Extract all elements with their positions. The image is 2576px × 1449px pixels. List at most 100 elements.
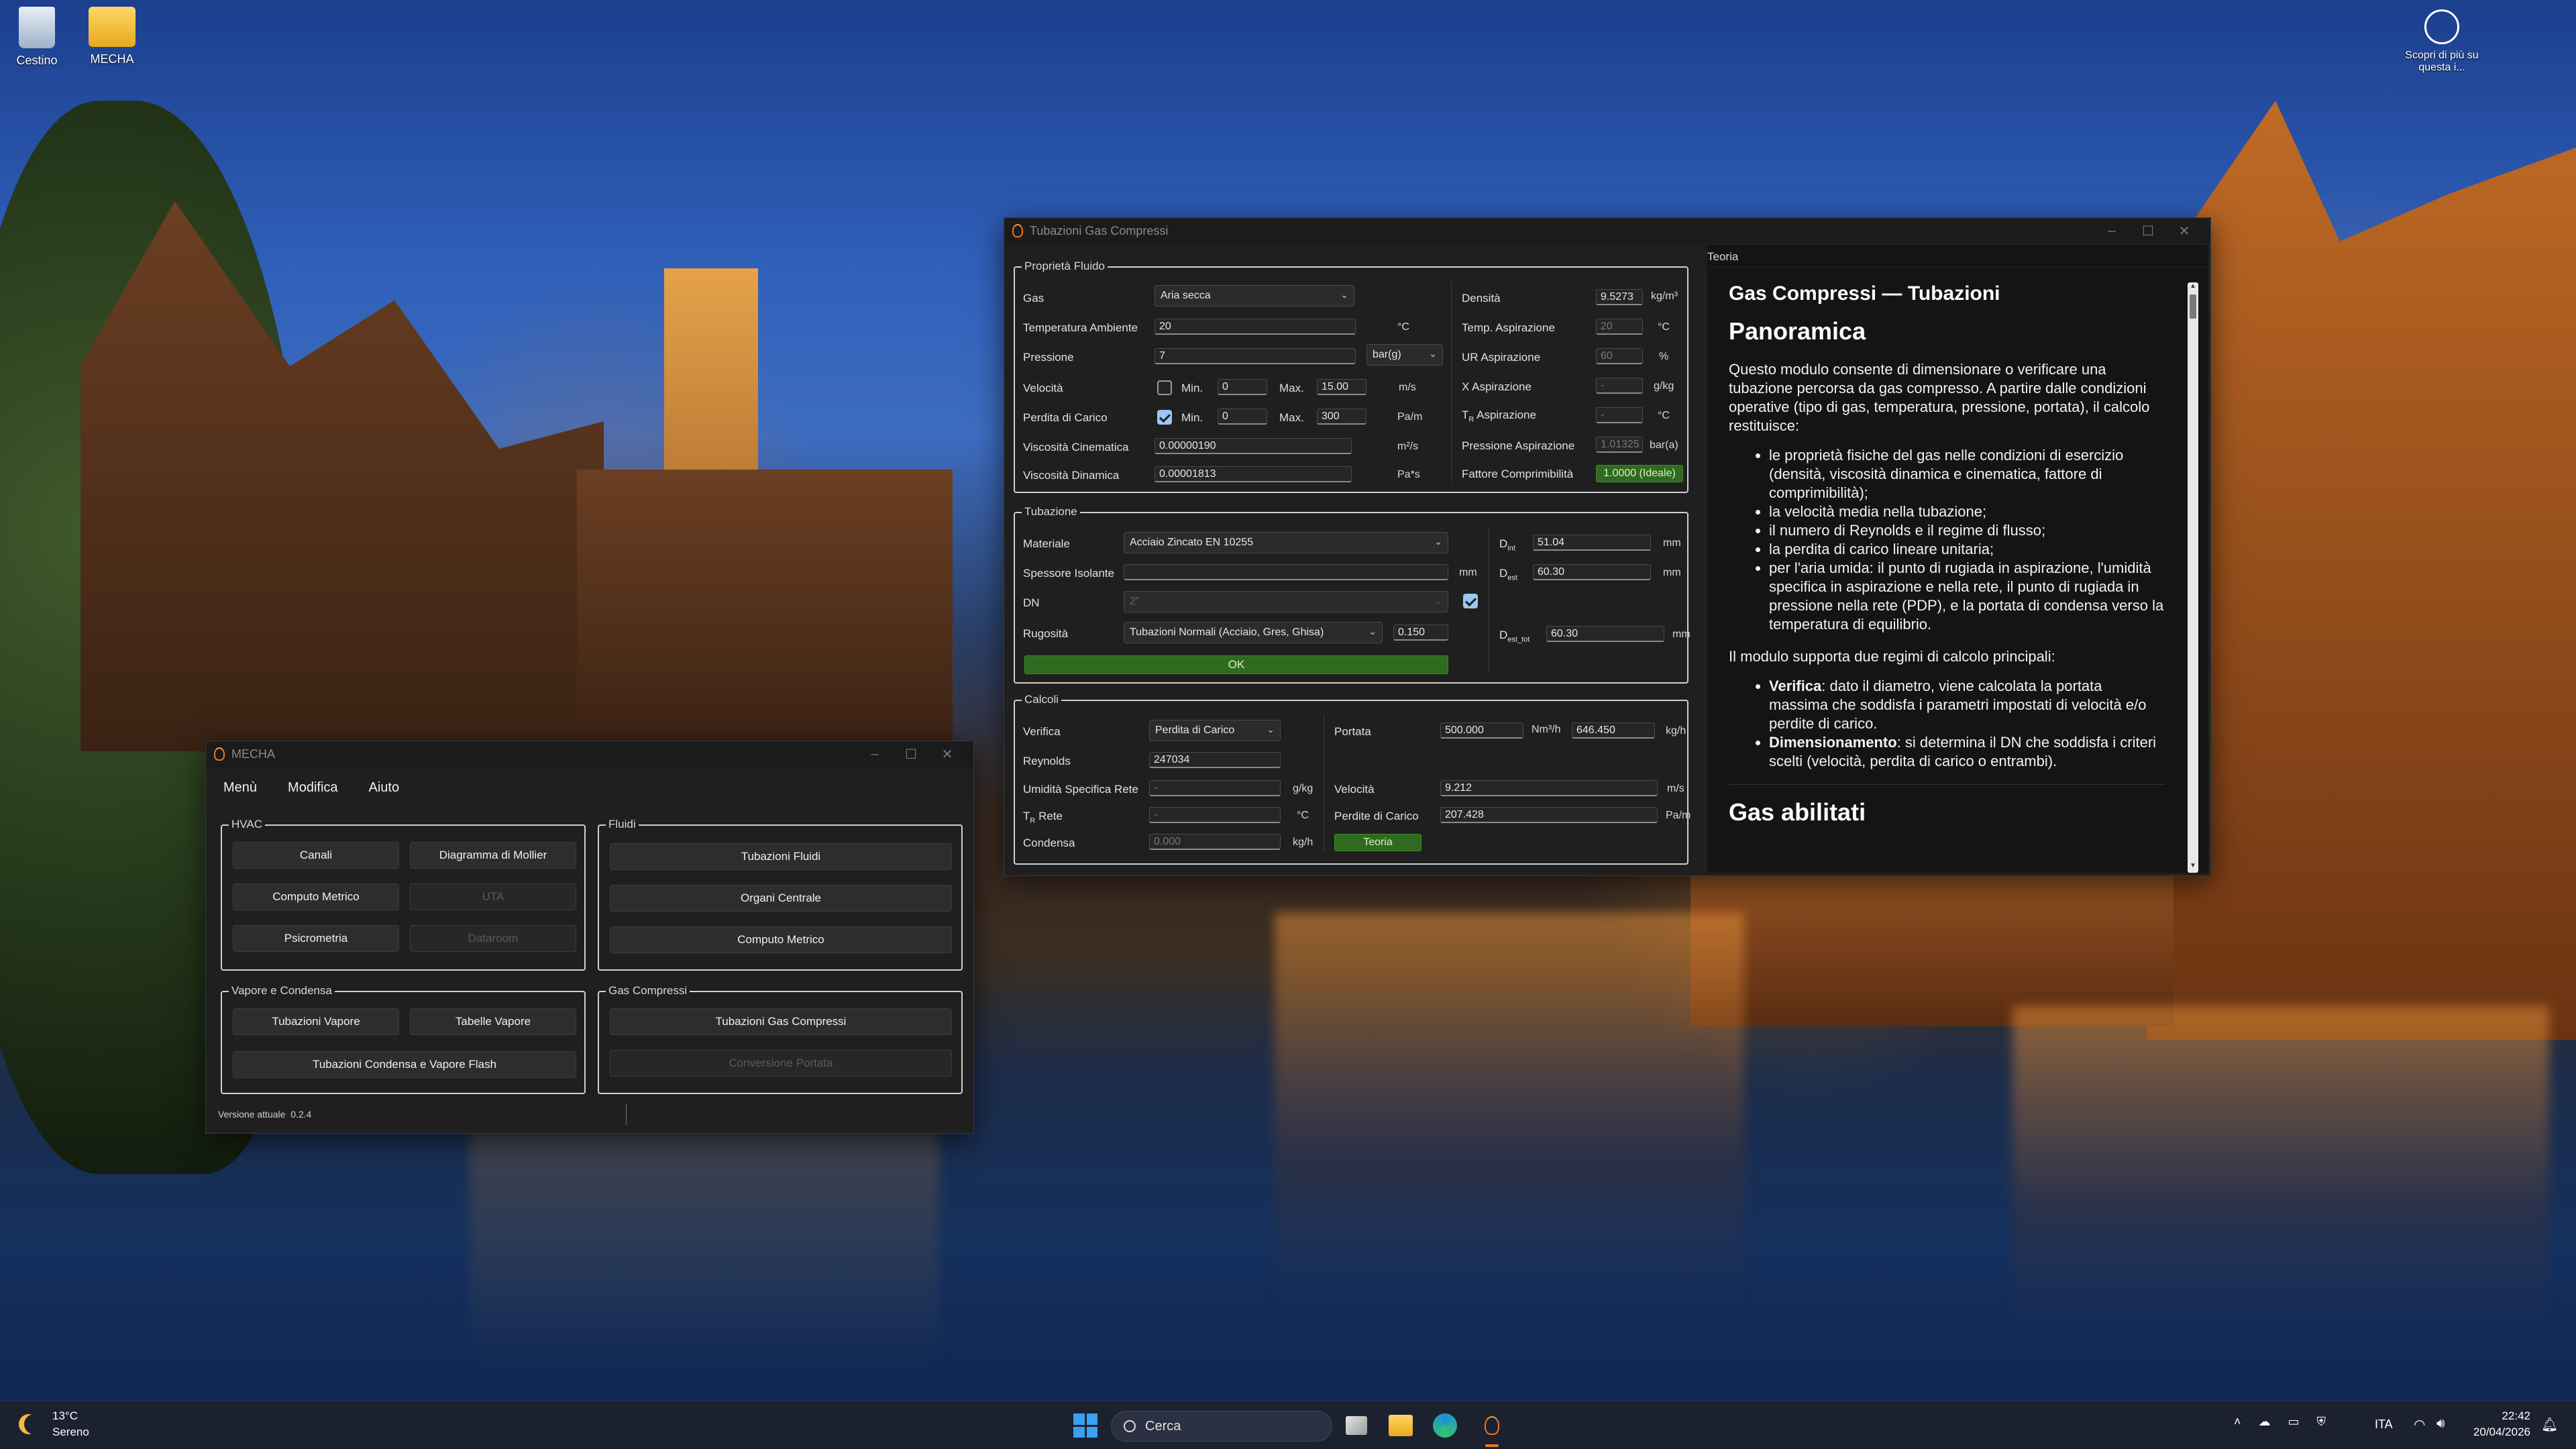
tasp-input[interactable]: 20 (1596, 319, 1643, 335)
volume-icon[interactable]: 🔊︎ (2436, 1416, 2445, 1432)
dens-unit: kg/m³ (1651, 290, 1678, 302)
vel-min-input[interactable]: 0 (1218, 379, 1267, 395)
rug-val-input[interactable]: 0.150 (1393, 625, 1448, 641)
condensa-flash-button[interactable]: Tubazioni Condensa e Vapore Flash (233, 1051, 576, 1078)
dp-max-input[interactable]: 300 (1317, 409, 1366, 425)
recycle-bin-label: Cestino (16, 54, 58, 67)
search-box[interactable]: Cerca (1111, 1411, 1332, 1442)
tasp-label: Temp. Aspirazione (1462, 321, 1555, 334)
weather-widget[interactable]: 13°C Sereno (17, 1408, 89, 1440)
trr-label: TR Rete (1023, 810, 1063, 824)
dp-checkbox[interactable] (1157, 410, 1172, 425)
theory-content: Gas Compressi — Tubazioni Panoramica Que… (1729, 282, 2165, 859)
scroll-down-icon[interactable]: ▼ (2188, 862, 2198, 873)
scroll-thumb[interactable] (2190, 294, 2196, 319)
port-nm-input[interactable]: 500.000 (1440, 722, 1523, 739)
dint-sub: int (1507, 544, 1515, 553)
conversione-portata-button: Conversione Portata (610, 1050, 952, 1077)
visc-din-input: 0.00001813 (1155, 466, 1352, 482)
ins-unit: mm (1459, 567, 1477, 578)
scroll-up-icon[interactable]: ▲ (2188, 282, 2198, 293)
recycle-bin-icon (19, 7, 55, 48)
gas-select[interactable]: Aria secca ⌄ (1155, 285, 1354, 307)
wifi-icon[interactable]: ◠ (2414, 1416, 2425, 1433)
tgc-close-button[interactable]: ✕ (2166, 223, 2202, 239)
urasp-input[interactable]: 60 (1596, 348, 1643, 364)
press-unit-select[interactable]: bar(g) ⌄ (1366, 344, 1443, 366)
mecha-folder[interactable]: MECHA (75, 7, 149, 66)
mat-select[interactable]: Acciaio Zincato EN 10255 ⌄ (1124, 532, 1448, 553)
tray: ˄ ☁ ▭ ⛨ (2234, 1415, 2326, 1429)
vel-checkbox[interactable] (1157, 380, 1172, 395)
list-item: la perdita di carico lineare unitaria; (1769, 540, 2165, 559)
tamb-input[interactable]: 20 (1155, 319, 1356, 335)
menu-menu[interactable]: Menù (223, 780, 257, 796)
dest-d: D (1499, 567, 1508, 580)
dn-select[interactable]: 2" ⌄ (1124, 591, 1448, 612)
port-kg-unit: kg/h (1666, 725, 1686, 737)
tubazioni-gas-button[interactable]: Tubazioni Gas Compressi (610, 1008, 952, 1035)
tubazioni-fluidi-button[interactable]: Tubazioni Fluidi (610, 843, 952, 870)
version-value: 0.2.4 (290, 1109, 312, 1120)
pasp-input[interactable]: 1.01325 (1596, 437, 1643, 453)
tabelle-vapore-button[interactable]: Tabelle Vapore (410, 1008, 576, 1035)
language-indicator[interactable]: ITA (2375, 1417, 2393, 1432)
chevron-down-icon: ⌄ (1434, 536, 1442, 547)
psicrometria-button[interactable]: Psicrometria (233, 925, 399, 952)
recycle-bin[interactable]: Cestino (0, 7, 74, 68)
tubazioni-vapore-button[interactable]: Tubazioni Vapore (233, 1008, 399, 1035)
edge-icon[interactable] (1433, 1413, 1457, 1438)
ver-select[interactable]: Perdita di Carico ⌄ (1149, 720, 1281, 741)
tgc-minimize-button[interactable]: – (2094, 223, 2130, 239)
tgc-maximize-button[interactable]: ☐ (2130, 223, 2166, 239)
menu-modifica[interactable]: Modifica (288, 780, 337, 796)
ins-input[interactable] (1124, 564, 1448, 580)
minimize-button[interactable]: – (857, 747, 893, 762)
mecha-titlebar[interactable]: MECHA – ☐ ✕ (206, 741, 973, 767)
computo-metrico-hvac-button[interactable]: Computo Metrico (233, 883, 399, 910)
menu-aiuto[interactable]: Aiuto (369, 780, 400, 796)
file-explorer-icon[interactable] (1389, 1415, 1413, 1436)
trr-rest: Rete (1035, 810, 1063, 822)
fluidi-group: Fluidi Tubazioni Fluidi Organi Centrale … (598, 818, 963, 971)
rug-select[interactable]: Tubazioni Normali (Acciaio, Gres, Ghisa)… (1124, 622, 1383, 643)
computo-metrico-fluidi-button[interactable]: Computo Metrico (610, 926, 952, 953)
task-view-icon[interactable] (1346, 1416, 1367, 1435)
maximize-button[interactable]: ☐ (893, 746, 929, 763)
cond-value: 0.000 (1149, 834, 1281, 850)
vel-unit: m/s (1399, 382, 1416, 393)
mecha-taskbar-icon[interactable] (1480, 1413, 1504, 1438)
dp-min-input[interactable]: 0 (1218, 409, 1267, 425)
list-item: Dimensionamento: si determina il DN che … (1769, 733, 2165, 771)
teoria-button[interactable]: Teoria (1334, 834, 1421, 851)
close-button[interactable]: ✕ (929, 746, 965, 763)
organi-centrale-button[interactable]: Organi Centrale (610, 885, 952, 912)
fluid-group-label: Proprietà Fluido (1022, 260, 1108, 273)
security-icon[interactable]: ⛨ (2317, 1415, 2326, 1429)
clock[interactable]: 22:42 20/04/2026 (2469, 1408, 2530, 1440)
trr-unit: °C (1297, 810, 1309, 821)
spotlight[interactable]: Scopri di più su questa i... (2402, 9, 2482, 74)
dn-checkbox[interactable] (1463, 594, 1478, 608)
port-kg-input[interactable]: 646.450 (1572, 722, 1655, 739)
vel-max-input[interactable]: 15.00 (1317, 379, 1366, 395)
tgc-titlebar[interactable]: Tubazioni Gas Compressi – ☐ ✕ (1004, 218, 2210, 244)
visc-din-unit: Pa*s (1397, 469, 1420, 480)
theory-scrollbar[interactable]: ▲ ▼ (2188, 282, 2198, 873)
theory-list1: le proprietà fisiche del gas nelle condi… (1769, 446, 2165, 634)
tr-asp-unit: °C (1658, 410, 1670, 421)
xasp-value: - (1596, 378, 1643, 394)
press-input[interactable]: 7 (1155, 348, 1356, 364)
chevron-up-icon[interactable]: ˄ (2234, 1415, 2241, 1429)
battery-icon[interactable]: ▭ (2288, 1415, 2300, 1429)
cloud-icon[interactable]: ☁ (2259, 1415, 2271, 1429)
press-unit-value: bar(g) (1373, 349, 1401, 360)
canali-button[interactable]: Canali (233, 842, 399, 869)
list-item: il numero di Reynolds e il regime di flu… (1769, 521, 2165, 540)
verifica-text: : dato il diametro, viene calcolata la p… (1769, 678, 2147, 732)
notification-icon[interactable]: 🔔︎ (2541, 1416, 2558, 1433)
press-label: Pressione (1023, 351, 1074, 364)
ok-button[interactable]: OK (1024, 655, 1448, 674)
mollier-button[interactable]: Diagramma di Mollier (410, 842, 576, 869)
start-button[interactable] (1073, 1413, 1097, 1438)
